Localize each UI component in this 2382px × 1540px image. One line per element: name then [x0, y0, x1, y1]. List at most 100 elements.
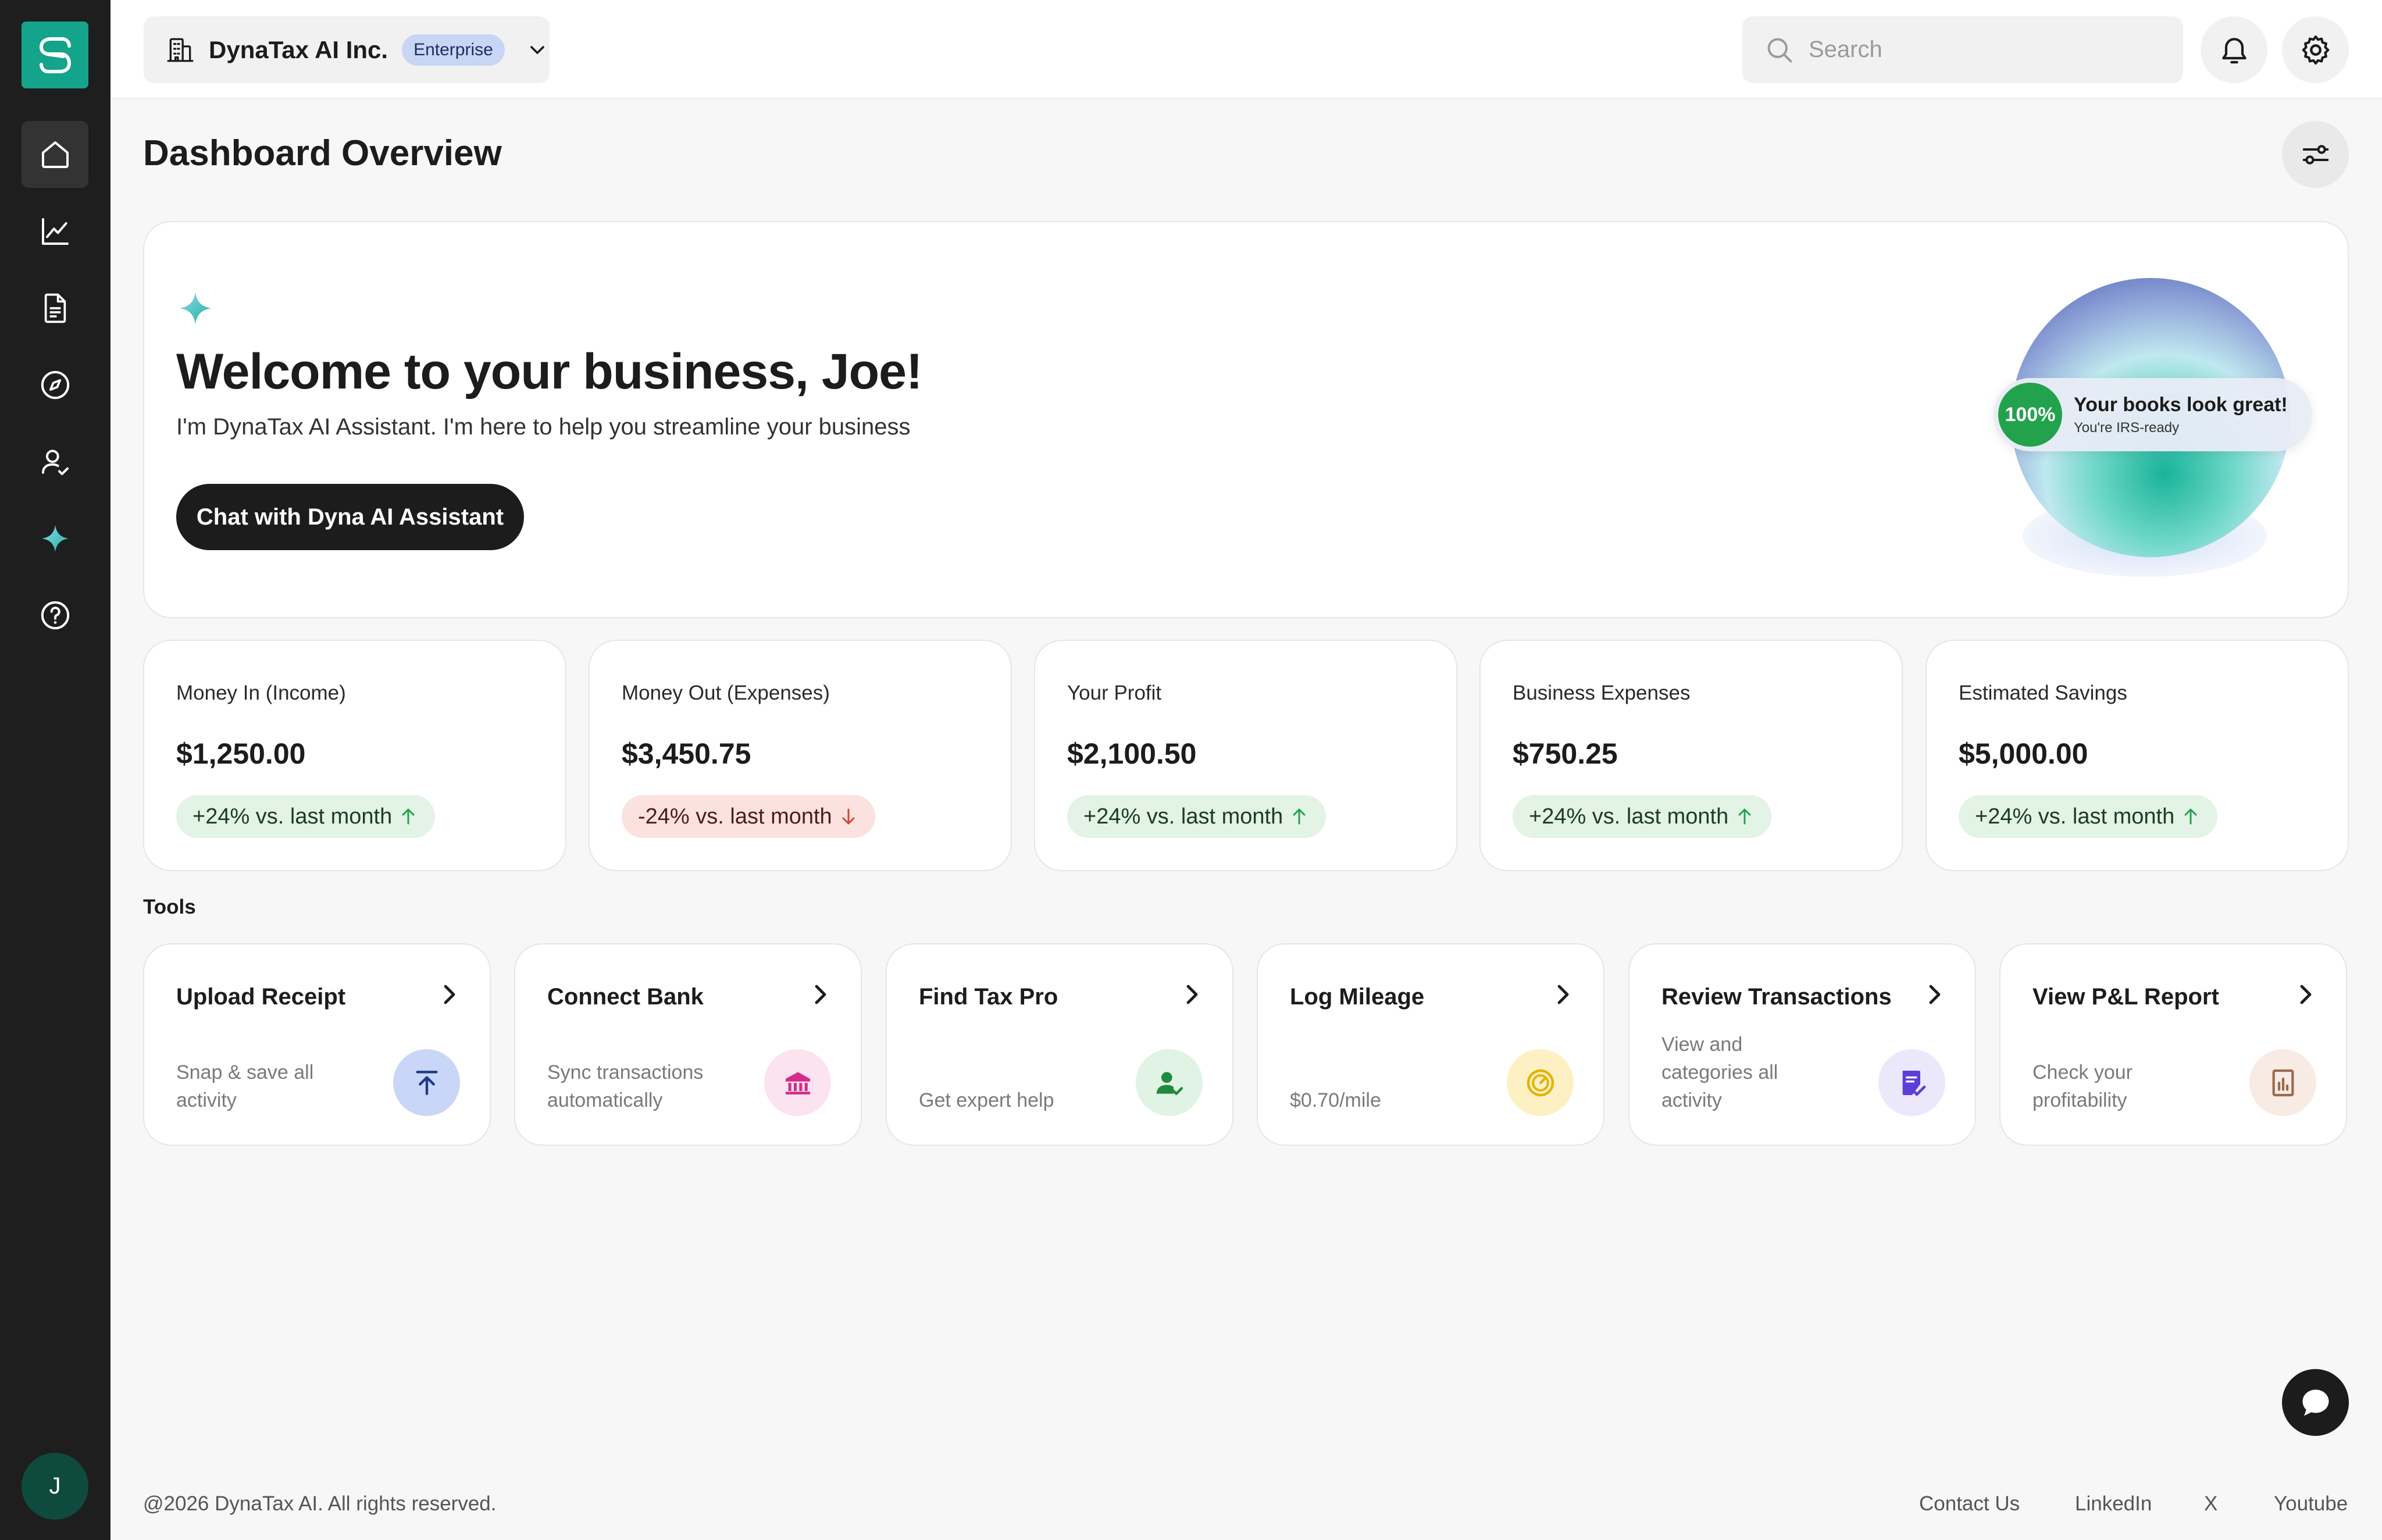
upload-icon — [415, 1070, 438, 1095]
chevron-right-icon — [815, 985, 826, 1004]
stat-label: Business Expenses — [1513, 682, 1691, 704]
footer-link-linkedin[interactable]: LinkedIn — [2075, 1492, 2152, 1516]
books-status-title: Your books look great! — [2074, 393, 2288, 416]
stat-value: $5,000.00 — [1959, 737, 2088, 770]
stat-card-profit[interactable]: Your Profit $2,100.50 +24% vs. last mont… — [1034, 640, 1457, 871]
stat-label: Money In (Income) — [176, 682, 346, 704]
search-input[interactable]: Search — [1742, 16, 2183, 83]
nav-explore[interactable] — [22, 351, 88, 418]
footer-copyright: @2026 DynaTax AI. All rights reserved. — [143, 1492, 497, 1515]
tools-heading: Tools — [143, 896, 196, 918]
stat-card-business-expenses[interactable]: Business Expenses $750.25 +24% vs. last … — [1479, 640, 1903, 871]
tool-connect-bank[interactable]: Connect Bank Sync transactions automatic… — [514, 943, 862, 1146]
home-icon — [41, 141, 69, 168]
tool-title: Connect Bank — [547, 984, 704, 1010]
org-switcher[interactable]: DynaTax AI Inc. Enterprise — [144, 16, 550, 83]
trend-text: +24% vs. last month — [192, 804, 393, 829]
footer-link-contact[interactable]: Contact Us — [1919, 1492, 2020, 1516]
books-status-percent: 100% — [1998, 383, 2062, 447]
nav-documents[interactable] — [22, 275, 88, 341]
stat-card-income[interactable]: Money In (Income) $1,250.00 +24% vs. las… — [143, 640, 566, 871]
trend-badge: +24% vs. last month — [1959, 795, 2218, 838]
tool-icon-badge — [1507, 1049, 1574, 1116]
document-check-icon — [1902, 1070, 1925, 1096]
report-icon — [2272, 1069, 2294, 1096]
stat-value: $2,100.50 — [1067, 737, 1197, 770]
stat-label: Estimated Savings — [1959, 682, 2127, 704]
user-check-icon — [1156, 1071, 1183, 1095]
chevron-right-icon — [1557, 985, 1569, 1004]
tool-title: View P&L Report — [2032, 984, 2219, 1010]
arrow-up-icon — [2184, 808, 2197, 825]
chart-line-icon — [41, 218, 69, 245]
tool-title: Review Transactions — [1661, 984, 1892, 1010]
trend-badge: -24% vs. last month — [622, 795, 875, 838]
arrow-down-icon — [842, 808, 855, 825]
chat-icon — [2302, 1389, 2328, 1416]
tool-icon-badge — [1878, 1049, 1945, 1116]
nav-home[interactable] — [22, 121, 88, 188]
building-icon — [167, 38, 194, 62]
gauge-icon — [1527, 1069, 1554, 1096]
sliders-icon — [2302, 144, 2328, 165]
tool-log-mileage[interactable]: Log Mileage $0.70/mile — [1257, 943, 1604, 1146]
chat-bubble-button[interactable] — [2282, 1369, 2349, 1436]
chevron-right-icon — [1186, 985, 1198, 1004]
app-logo[interactable] — [22, 22, 88, 88]
user-avatar[interactable]: J — [22, 1453, 88, 1520]
sparkle-icon — [179, 292, 212, 325]
stat-value: $750.25 — [1513, 737, 1618, 770]
trend-text: -24% vs. last month — [638, 804, 832, 829]
help-icon — [41, 601, 69, 629]
search-icon — [1767, 38, 1792, 62]
arrow-up-icon — [402, 808, 415, 825]
tool-review-transactions[interactable]: Review Transactions View and categories … — [1628, 943, 1976, 1146]
chevron-right-icon — [444, 985, 455, 1004]
tool-description: Get expert help — [919, 1089, 1054, 1111]
tool-icon-badge — [2249, 1049, 2316, 1116]
nav-help[interactable] — [22, 582, 88, 648]
stat-label: Money Out (Expenses) — [622, 682, 830, 704]
tool-description: Snap & save all activity — [176, 1061, 314, 1111]
stat-value: $3,450.75 — [622, 737, 751, 770]
chat-assistant-button[interactable]: Chat with Dyna AI Assistant — [176, 484, 524, 550]
user-check-icon — [41, 449, 69, 475]
tool-description: Check your profitability — [2032, 1061, 2133, 1111]
notifications-button[interactable] — [2201, 16, 2267, 83]
books-status-pill: 100% Your books look great! You're IRS-r… — [1994, 378, 2312, 451]
stat-card-savings[interactable]: Estimated Savings $5,000.00 +24% vs. las… — [1925, 640, 2349, 871]
tool-description: View and categories all activity — [1661, 1033, 1778, 1111]
stat-label: Your Profit — [1067, 682, 1162, 704]
nav-analytics[interactable] — [22, 198, 88, 265]
chevron-down-icon — [530, 45, 544, 54]
tool-description: $0.70/mile — [1290, 1089, 1381, 1111]
plan-badge: Enterprise — [402, 34, 505, 66]
arrow-up-icon — [1293, 808, 1306, 825]
tool-view-pl-report[interactable]: View P&L Report Check your profitability — [1999, 943, 2347, 1146]
tool-title: Upload Receipt — [176, 984, 346, 1010]
page-title: Dashboard Overview — [143, 133, 502, 173]
search-placeholder: Search — [1809, 37, 1882, 62]
books-status-subtitle: You're IRS-ready — [2074, 419, 2180, 436]
customize-button[interactable] — [2282, 121, 2349, 188]
chevron-right-icon — [2300, 985, 2312, 1004]
settings-button[interactable] — [2282, 16, 2349, 83]
nav-contacts[interactable] — [22, 428, 88, 495]
tool-upload-receipt[interactable]: Upload Receipt Snap & save all activity — [143, 943, 491, 1146]
top-bar: DynaTax AI Inc. Enterprise Search — [110, 0, 2382, 99]
stat-card-expenses[interactable]: Money Out (Expenses) $3,450.75 -24% vs. … — [589, 640, 1012, 871]
footer-link-x[interactable]: X — [2204, 1492, 2217, 1516]
welcome-card: Welcome to your business, Joe! I'm DynaT… — [143, 221, 2349, 618]
footer-link-youtube[interactable]: Youtube — [2274, 1492, 2348, 1516]
tool-icon-badge — [393, 1049, 460, 1116]
stat-value: $1,250.00 — [176, 737, 306, 770]
tool-find-tax-pro[interactable]: Find Tax Pro Get expert help — [886, 943, 1233, 1146]
tool-title: Log Mileage — [1290, 984, 1425, 1010]
welcome-title: Welcome to your business, Joe! — [176, 344, 923, 400]
logo-mark-icon — [39, 37, 71, 73]
bank-icon — [785, 1071, 810, 1095]
nav-ai-assistant[interactable] — [22, 505, 88, 572]
document-icon — [44, 293, 66, 323]
chevron-right-icon — [1929, 985, 1941, 1004]
org-name: DynaTax AI Inc. — [209, 35, 388, 63]
